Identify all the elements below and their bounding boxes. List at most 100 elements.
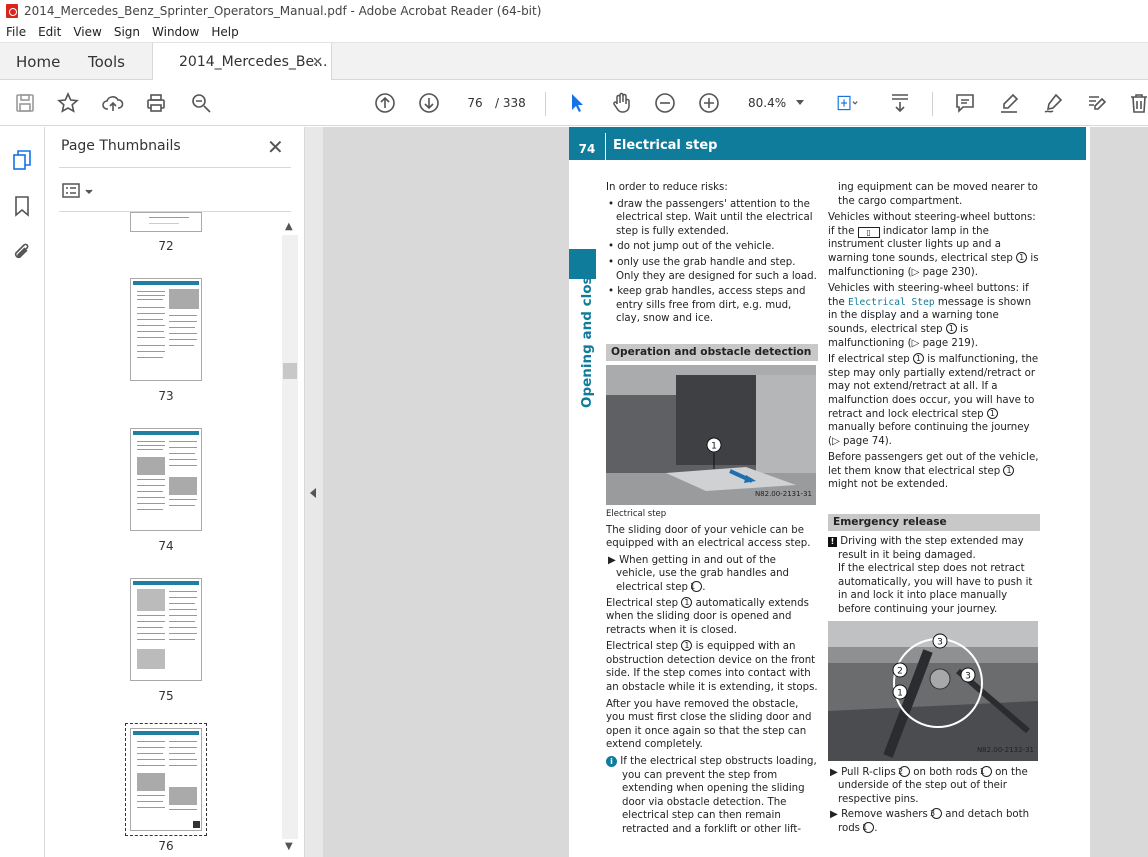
chapter-title: Opening and closing [579, 252, 595, 408]
bullet-item: • do not jump out of the vehicle. [608, 241, 775, 253]
document-viewer[interactable]: 74 Electrical step Opening and closing I… [323, 127, 1148, 857]
svg-text:1: 1 [897, 688, 903, 698]
bookmark-star-icon[interactable] [55, 90, 81, 116]
window-title: 2014_Mercedes_Benz_Sprinter_Operators_Ma… [24, 4, 542, 18]
tab-tools[interactable]: Tools [88, 43, 125, 80]
acrobat-pdf-icon [6, 4, 18, 18]
tab-home[interactable]: Home [16, 43, 60, 80]
right-column: ing equipment can be moved nearer to the… [828, 181, 1040, 838]
scroll-down-icon[interactable]: ▼ [285, 841, 293, 852]
thumbnail-label: 75 [158, 689, 174, 703]
menu-window[interactable]: Window [152, 25, 199, 39]
zoom-out-icon[interactable] [652, 90, 678, 116]
info-icon: i [606, 756, 617, 768]
zoom-search-icon[interactable] [188, 90, 214, 116]
zoom-level-dropdown[interactable]: 80.4% [740, 92, 808, 114]
svg-text:2: 2 [897, 666, 903, 676]
thumbnail-options-button[interactable] [61, 180, 97, 202]
menu-bar: File Edit View Sign Window Help [0, 22, 1148, 43]
attachments-icon[interactable] [11, 241, 33, 263]
collapse-arrow-icon [310, 488, 316, 498]
thumbnail-label: 73 [158, 389, 174, 403]
scroll-up-icon[interactable]: ▲ [285, 221, 293, 232]
save-icon[interactable] [12, 90, 38, 116]
thumbnail-page-76[interactable] [125, 723, 207, 836]
scrollbar-track[interactable] [282, 235, 298, 839]
paragraph: Vehicles with steering-wheel buttons: if… [828, 283, 1032, 349]
menu-view[interactable]: View [73, 25, 101, 39]
sign-pen-icon[interactable] [1040, 90, 1066, 116]
thumbnail-label: 76 [158, 839, 174, 853]
comment-icon[interactable] [952, 90, 978, 116]
instruction-item: ▶ Remove washers 3 and detach both rods … [830, 808, 1030, 834]
print-icon[interactable] [143, 90, 169, 116]
window-titlebar: 2014_Mercedes_Benz_Sprinter_Operators_Ma… [0, 0, 1148, 22]
paragraph: The sliding door of your vehicle can be … [606, 524, 811, 550]
paragraph: Vehicles without steering-wheel buttons:… [828, 212, 1039, 278]
svg-text:1: 1 [711, 441, 717, 451]
toolbar-divider [545, 92, 546, 116]
panel-divider [59, 167, 291, 168]
photo-code: N82.00-2131-31 [754, 490, 812, 499]
tab-document-label: 2014_Mercedes_Be... [179, 54, 328, 70]
paragraph: ing equipment can be moved nearer to the… [838, 182, 1038, 207]
info-note: i If the electrical step obstructs loadi… [606, 755, 818, 837]
page-number-input[interactable]: 76 [458, 92, 492, 114]
menu-file[interactable]: File [6, 25, 26, 39]
instruction-item: ▶ When getting in and out of the vehicle… [608, 554, 790, 593]
main-toolbar: 76 / 338 80.4% [0, 80, 1148, 126]
bookmarks-icon[interactable] [11, 195, 33, 217]
van-step-illustration: 1 [606, 364, 816, 505]
section-heading: Operation and obstacle detection [606, 343, 818, 361]
photo-code: N82.00-2132-31 [976, 746, 1034, 755]
page-number: 74 [578, 142, 596, 156]
bullet-item: • keep grab handles, access steps and en… [608, 286, 806, 325]
paragraph: If electrical step 1 is malfunctioning, … [828, 353, 1039, 447]
highlight-pen-icon[interactable] [996, 90, 1022, 116]
pdf-page: 74 Electrical step Opening and closing I… [569, 127, 1090, 857]
tab-document[interactable]: 2014_Mercedes_Be... ✕ [152, 43, 332, 81]
fit-page-icon[interactable] [830, 90, 864, 116]
next-page-icon[interactable] [416, 90, 442, 116]
delete-trash-icon[interactable] [1126, 90, 1148, 116]
thumbnail-page-72[interactable] [130, 212, 202, 232]
warning-note: ! Driving with the step extended may res… [828, 535, 1040, 562]
upload-cloud-icon[interactable] [100, 90, 126, 116]
previous-page-icon[interactable] [372, 90, 398, 116]
page-thumbnails-icon[interactable] [11, 149, 33, 171]
svg-text:3: 3 [937, 637, 943, 647]
zoom-in-icon[interactable] [696, 90, 722, 116]
panel-title: Page Thumbnails [61, 138, 181, 154]
page-thumbnails-panel: Page Thumbnails ✕ 72 73 74 75 76 ▲ ▼ [45, 127, 305, 857]
close-panel-icon[interactable]: ✕ [267, 135, 284, 159]
photo-caption: Electrical step [606, 508, 667, 519]
intro-text: In order to reduce risks: [606, 182, 728, 193]
thumbnail-page-74[interactable] [130, 428, 202, 531]
instruction-item: ▶ Pull R-clips 2 on both rods 1 on the u… [830, 765, 1028, 805]
zoom-level-value: 80.4% [748, 96, 787, 110]
step-indicator-lamp-icon: ▯ [857, 226, 880, 238]
menu-help[interactable]: Help [211, 25, 238, 39]
select-cursor-icon[interactable] [564, 90, 590, 116]
thumbnail-label: 72 [158, 239, 174, 253]
fill-sign-icon[interactable] [1084, 90, 1110, 116]
paragraph: Before passengers get out of the vehicle… [828, 452, 1039, 491]
close-tab-icon[interactable]: ✕ [312, 55, 323, 70]
tab-bar: Home Tools 2014_Mercedes_Be... ✕ [0, 43, 1148, 81]
thumbnail-page-75[interactable] [130, 578, 202, 681]
page-title: Electrical step [613, 138, 718, 153]
thumbnail-scrollbar[interactable]: ▲ ▼ [282, 219, 298, 855]
menu-sign[interactable]: Sign [114, 25, 140, 39]
svg-text:3: 3 [965, 671, 971, 681]
scrolling-mode-icon[interactable] [887, 90, 913, 116]
scrollbar-thumb[interactable] [283, 363, 297, 379]
paragraph: Electrical step 1 is equipped with an ob… [606, 640, 818, 694]
left-navigation-rail [0, 127, 45, 857]
toolbar-divider [932, 92, 933, 116]
collapse-panel-handle[interactable] [305, 127, 323, 857]
hand-tool-icon[interactable] [608, 90, 634, 116]
menu-edit[interactable]: Edit [38, 25, 61, 39]
thumbnail-page-73[interactable] [130, 278, 202, 381]
bullet-item: • draw the passengers' attention to the … [608, 198, 813, 237]
warning-icon: ! [828, 537, 837, 548]
